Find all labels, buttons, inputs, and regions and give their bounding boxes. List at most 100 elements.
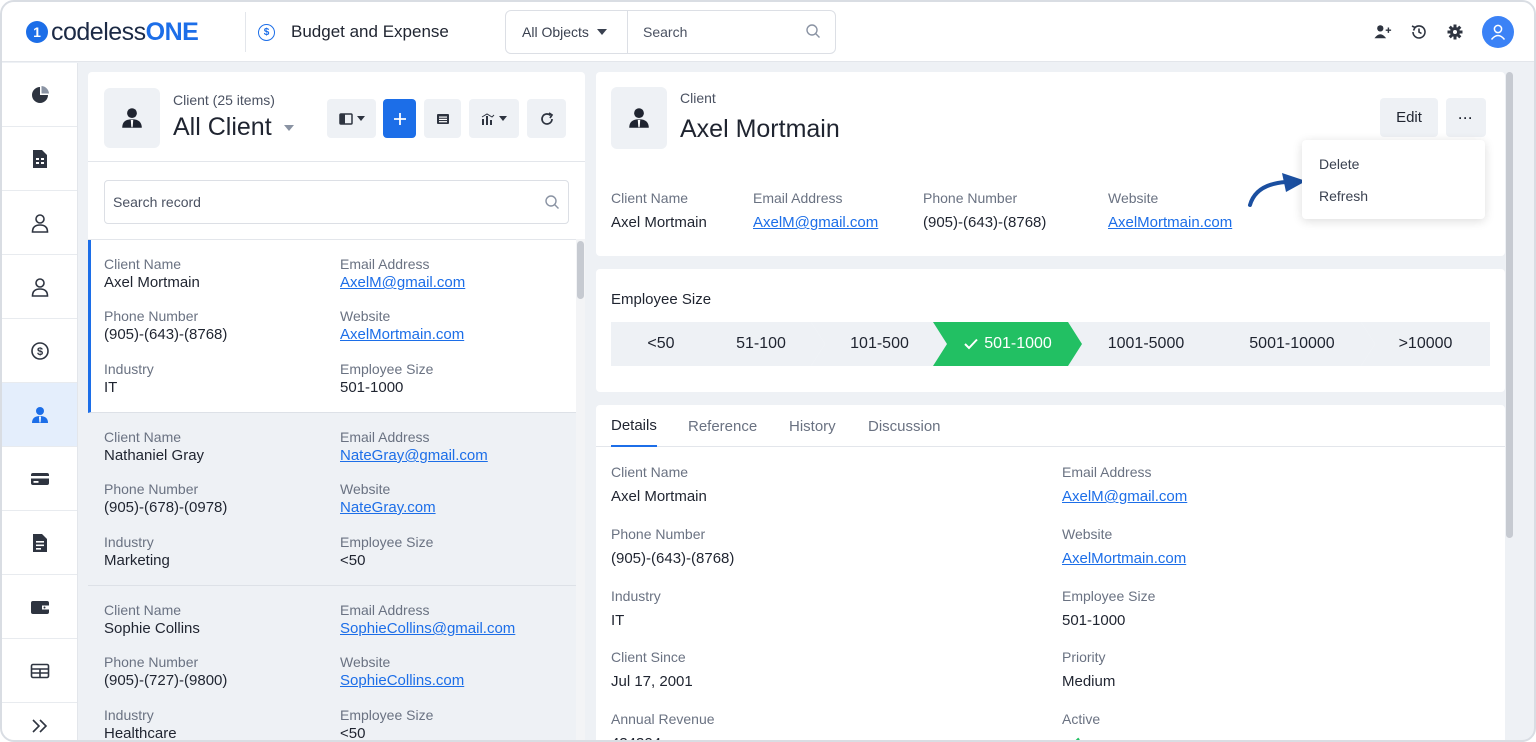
email-link[interactable]: AxelM@gmail.com [1062,488,1187,506]
detail-scrollbar[interactable] [1505,72,1514,740]
search-input[interactable] [628,11,818,53]
record-industry: Industry Marketing [104,534,170,569]
step-gt-10000[interactable]: >10000 [1361,322,1490,366]
object-select[interactable]: All Objects [506,11,628,53]
field-client-name: Client Name Axel Mortmain [611,464,707,505]
sidebar-item-wallet[interactable] [2,575,77,639]
sidebar-item-contacts[interactable] [2,255,77,319]
list-scrollbar-thumb[interactable] [577,241,584,299]
edit-button[interactable]: Edit [1380,98,1438,137]
app-title: Budget and Expense [291,22,449,41]
list-scrollbar[interactable] [576,239,585,740]
client-icon [122,108,142,128]
detail-tabs: Details Reference History Discussion [596,405,1505,447]
tab-history[interactable]: History [789,405,836,447]
record-phone: Phone Number (905)-(643)-(8768) [104,308,228,343]
email-link[interactable]: AxelM@gmail.com [753,214,878,232]
add-user-icon[interactable] [1374,23,1392,41]
search-icon[interactable] [805,23,821,39]
step-1001-5000[interactable]: 1001-5000 [1068,322,1224,366]
record-list: Client Name Axel Mortmain Email Address Ax… [88,239,576,742]
add-record-button[interactable] [383,99,416,138]
sidebar-item-tables[interactable] [2,639,77,703]
record-email: Email Address NateGray@gmail.com [340,429,570,465]
email-link[interactable]: NateGray@gmail.com [340,446,570,465]
more-actions-menu: Delete Refresh [1302,140,1485,219]
sidebar-item-budget[interactable]: $ [2,319,77,383]
search-icon[interactable] [544,194,560,210]
menu-item-refresh[interactable]: Refresh [1302,180,1485,212]
more-actions-button[interactable]: ··· [1446,98,1486,137]
step-51-100[interactable]: 51-100 [697,322,825,366]
sidebar-item-users[interactable] [2,191,77,255]
brand-logo[interactable]: 1 codelessONE [26,18,199,46]
record-client-name: Client Name Sophie Collins [104,602,200,637]
caret-down-icon [596,29,607,35]
field-phone: Phone Number (905)-(643)-(8768) [611,526,735,567]
email-link[interactable]: SophieCollins@gmail.com [340,619,570,638]
app-window: 1 codelessONE $ Budget and Expense All O… [0,0,1536,742]
sidebar-item-payments[interactable] [2,447,77,511]
summary-phone: Phone Number (905)-(643)-(8768) [923,190,1047,231]
history-icon[interactable] [1410,23,1428,41]
menu-item-delete[interactable]: Delete [1302,148,1485,180]
svg-text:$: $ [36,346,42,358]
list-item[interactable]: Client Name Nathaniel Gray Email Address N… [88,413,576,586]
tab-discussion[interactable]: Discussion [868,405,941,447]
website-link[interactable]: AxelMortmain.com [340,325,570,344]
website-link[interactable]: SophieCollins.com [340,671,570,690]
plus-icon [393,112,406,125]
website-link[interactable]: NateGray.com [340,498,570,517]
list-item[interactable]: Client Name Axel Mortmain Email Address Ax… [88,240,576,413]
field-client-since: Client Since Jul 17, 2001 [611,649,693,690]
user-icon [31,213,48,233]
field-employee-size: Employee Size 501-1000 [1062,588,1156,629]
record-list-panel: Client (25 items) All Client Search reco… [88,72,585,742]
record-email: Email Address SophieCollins@gmail.com [340,602,570,638]
step-5001-10000[interactable]: 5001-10000 [1209,322,1375,366]
logo-mark: 1 [26,21,48,43]
sidebar-item-client[interactable] [2,383,77,447]
chart-view-button[interactable] [469,99,519,138]
record-search [104,180,569,224]
step-501-1000[interactable]: 501-1000 [933,322,1083,366]
step-101-500[interactable]: 101-500 [811,322,948,366]
sidebar-item-reports[interactable] [2,127,77,191]
client-entity-badge [611,87,667,149]
list-view-icon [436,113,449,124]
record-search-input[interactable] [105,181,525,223]
website-link[interactable]: AxelMortmain.com [1108,214,1232,232]
document-icon [32,533,47,552]
detail-scrollbar-thumb[interactable] [1506,72,1513,538]
sidebar: $ [2,63,78,740]
object-select-label: All Objects [522,24,589,40]
website-link[interactable]: AxelMortmain.com [1062,550,1186,568]
record-employee-size: Employee Size <50 [340,707,434,742]
refresh-list-button[interactable] [527,99,566,138]
top-bar: 1 codelessONE $ Budget and Expense All O… [2,2,1534,62]
sidebar-expand-toggle[interactable] [2,703,77,740]
tab-reference[interactable]: Reference [688,405,757,447]
table-icon [30,663,49,678]
refresh-icon [540,111,553,125]
sidebar-item-invoices[interactable] [2,511,77,575]
employee-size-stepper: <50 51-100 101-500 501-1000 1001-5000 50… [611,322,1491,366]
view-selector[interactable]: All Client [173,113,294,142]
field-website: Website AxelMortmain.com [1062,526,1187,568]
list-item[interactable]: Client Name Sophie Collins Email Address S… [88,586,576,742]
user-avatar-icon[interactable] [1482,16,1514,48]
step-lt-50[interactable]: <50 [611,322,711,366]
list-view-button[interactable] [424,99,461,138]
tab-details[interactable]: Details [611,405,657,447]
details-card: Details Reference History Discussion Cli… [596,405,1505,740]
layout-panel-icon [338,112,353,125]
email-link[interactable]: AxelM@gmail.com [340,273,570,292]
dollar-circle-icon: $ [258,24,275,41]
record-client-name: Client Name Nathaniel Gray [104,429,205,464]
sidebar-item-dashboard[interactable] [2,63,77,127]
field-active: Active [1062,711,1100,740]
double-chevron-right-icon [31,718,47,733]
gear-icon[interactable] [1446,23,1464,41]
layout-toggle-button[interactable] [327,99,376,138]
user-icon [31,277,48,297]
